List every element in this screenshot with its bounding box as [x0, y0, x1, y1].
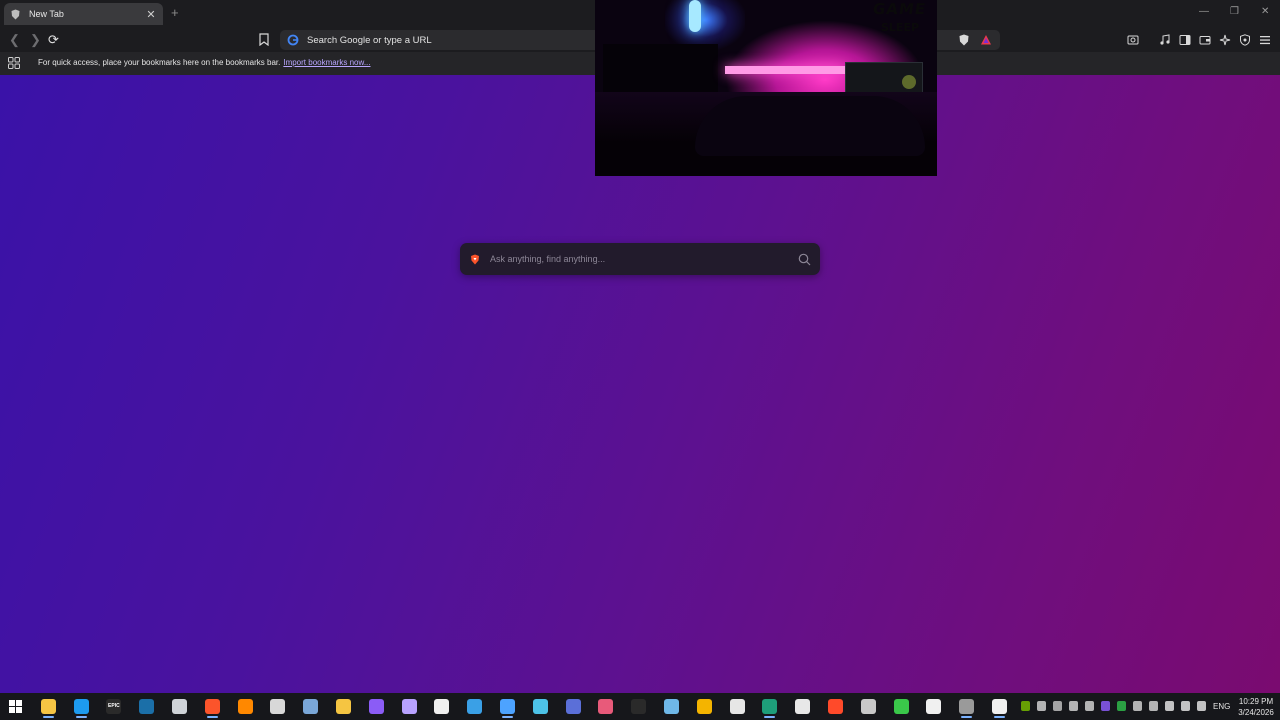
- app-icon-19[interactable]: [598, 699, 614, 714]
- tray-icon-7[interactable]: [1117, 701, 1126, 711]
- sidebar-icon[interactable]: [1179, 34, 1191, 46]
- back-button[interactable]: ❮: [9, 32, 20, 48]
- wall-poster: GAME SLEEP: [861, 0, 937, 42]
- app-icon-15[interactable]: [467, 699, 483, 714]
- app-icon-17[interactable]: [532, 699, 548, 714]
- app-icon-11[interactable]: [336, 699, 351, 714]
- file-explorer-icon[interactable]: [40, 699, 56, 718]
- tray-icon-8[interactable]: [1133, 701, 1142, 711]
- google-icon: [287, 34, 299, 46]
- minimize-button[interactable]: —: [1199, 6, 1209, 17]
- app-icon-10[interactable]: [303, 699, 319, 714]
- app-icon-12[interactable]: [368, 699, 384, 714]
- poster-text-line2: SLEEP: [881, 21, 920, 34]
- window-close-button[interactable]: ✕: [1261, 6, 1269, 17]
- wallet-icon[interactable]: [1199, 34, 1211, 46]
- app-icon-20[interactable]: [631, 699, 647, 714]
- tray-icon-2[interactable]: [1037, 701, 1046, 711]
- bookmarks-message-text: For quick access, place your bookmarks h…: [38, 58, 281, 67]
- app-icon-24[interactable]: [762, 699, 778, 718]
- app-icon-25[interactable]: [795, 699, 811, 714]
- start-icon[interactable]: [8, 699, 23, 714]
- nvidia-icon[interactable]: [1021, 701, 1030, 711]
- brave-search-icon: [471, 254, 479, 264]
- microphone-icon[interactable]: [1197, 701, 1206, 711]
- app-icon-21[interactable]: [664, 699, 679, 714]
- tray-icon-9[interactable]: [1149, 701, 1158, 711]
- ea-icon[interactable]: [828, 699, 843, 714]
- import-bookmarks-link[interactable]: Import bookmarks now...: [283, 58, 370, 67]
- address-bar-text: Search Google or type a URL: [307, 34, 432, 46]
- rockstar-icon[interactable]: [696, 699, 712, 714]
- app-icon-23[interactable]: [729, 699, 745, 714]
- tray-icon-3[interactable]: [1053, 701, 1062, 711]
- app-icon-6[interactable]: [172, 699, 187, 714]
- app-icon-29[interactable]: [926, 699, 942, 714]
- screenshot-icon[interactable]: [1127, 34, 1139, 46]
- app-icon-28[interactable]: [893, 699, 909, 714]
- clock-date: 3/24/2026: [1238, 708, 1274, 717]
- steelseries-gg-icon[interactable]: [992, 699, 1007, 718]
- webcam-overlay: GAME SLEEP: [595, 0, 937, 176]
- tab-close-icon[interactable]: ✕: [145, 8, 157, 21]
- obs-icon[interactable]: [959, 699, 975, 718]
- chair-silhouette: [695, 96, 925, 156]
- new-tab-search-input[interactable]: [490, 254, 798, 264]
- brave-icon[interactable]: [204, 699, 220, 718]
- bookmark-icon[interactable]: [259, 33, 269, 46]
- reload-button[interactable]: ⟳: [48, 32, 59, 48]
- network-icon[interactable]: [1165, 701, 1174, 711]
- app-icon-18[interactable]: [565, 699, 581, 714]
- new-tab-button[interactable]: +: [171, 5, 179, 20]
- steelseries-icon[interactable]: [434, 699, 450, 714]
- restore-button[interactable]: ❐: [1230, 6, 1239, 17]
- vlc-icon[interactable]: [237, 699, 253, 714]
- clock-time: 10:29 PM: [1238, 697, 1274, 706]
- gpu-fan: [902, 75, 916, 89]
- steam-icon[interactable]: [139, 699, 155, 714]
- battlenet-icon[interactable]: [73, 699, 89, 718]
- tray-icon-4[interactable]: [1069, 701, 1078, 711]
- language-indicator[interactable]: ENG: [1213, 702, 1230, 711]
- brave-shields-icon[interactable]: [958, 34, 970, 46]
- tab-new-tab[interactable]: New Tab ✕: [4, 3, 163, 25]
- neon-light: [689, 0, 701, 32]
- new-tab-search-box[interactable]: [460, 243, 820, 275]
- poster-text-line1: GAME: [871, 0, 928, 18]
- search-icon[interactable]: [798, 253, 811, 266]
- bookmarks-bar-message: For quick access, place your bookmarks h…: [38, 58, 371, 67]
- tab-title: New Tab: [29, 9, 64, 19]
- app-icon-9[interactable]: [270, 699, 286, 714]
- volume-icon[interactable]: [1181, 701, 1190, 711]
- brave-tab-icon: [10, 9, 21, 20]
- app-icon-27[interactable]: [860, 699, 876, 714]
- gamepad-icon[interactable]: [401, 699, 417, 714]
- tray-icon-6[interactable]: [1101, 701, 1110, 711]
- menu-icon[interactable]: [1259, 34, 1271, 46]
- windows-taskbar: EPIC ENG 10:29 PM 3/24/2026: [0, 693, 1280, 720]
- leo-ai-icon[interactable]: [1219, 34, 1231, 46]
- vpn-icon[interactable]: [1239, 34, 1251, 46]
- apps-grid-icon[interactable]: [8, 57, 20, 69]
- brave-rewards-icon[interactable]: [980, 34, 992, 46]
- discord-icon[interactable]: [1085, 701, 1094, 711]
- app-icon-16[interactable]: [500, 699, 515, 718]
- clock[interactable]: 10:29 PM 3/24/2026: [1236, 696, 1276, 718]
- led-strip: [725, 66, 845, 74]
- forward-button[interactable]: ❯: [30, 32, 41, 48]
- media-icon[interactable]: [1159, 34, 1171, 46]
- epic-games-icon[interactable]: EPIC: [106, 699, 122, 714]
